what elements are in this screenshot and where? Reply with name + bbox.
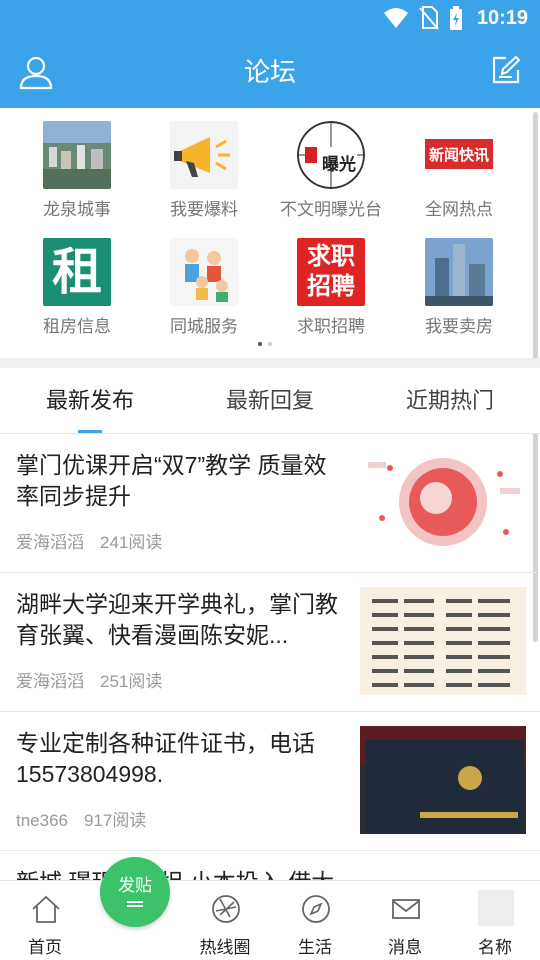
tab-latest-reply[interactable]: 最新回复 [180, 368, 360, 434]
grid-item-service[interactable]: 同城服务 [141, 238, 267, 337]
nav-label: 热线圈 [199, 938, 251, 957]
grid-item-report[interactable]: 我要爆料 [141, 121, 267, 220]
nav-label: 消息 [388, 938, 422, 957]
post-reads: 241阅读 [100, 533, 163, 552]
post-title: 掌门优课开启“双7”教学 质量效率同步提升 [16, 452, 327, 509]
job-logo: 求职招聘 [297, 238, 365, 306]
battery-icon [449, 6, 462, 30]
post-meta: 爱海滔滔 251阅读 [16, 667, 162, 692]
post-meta: 爱海滔滔 241阅读 [16, 528, 162, 553]
exposure-logo: 曝光 [297, 121, 365, 189]
post-reads: 917阅读 [84, 811, 147, 830]
name-list-image [360, 587, 526, 695]
megaphone-icon [170, 121, 238, 189]
news-logo: 新闻快讯 [425, 121, 493, 189]
post-author: tne366 [16, 811, 68, 830]
post-fab-button[interactable]: 发贴 [100, 857, 170, 927]
status-bar: 10:19 [0, 0, 540, 36]
post-author: 爱海滔滔 [16, 672, 84, 691]
tab-hot[interactable]: 近期热门 [360, 368, 540, 434]
fab-label: 发贴 [118, 876, 152, 895]
menu-lines-icon [127, 901, 143, 907]
grid-item-label: 我要卖房 [425, 317, 493, 336]
grid-item-jobs[interactable]: 求职招聘 求职招聘 [268, 238, 394, 337]
exposure-logo-text: 曝光 [322, 155, 356, 174]
page-title: 论坛 [243, 57, 296, 87]
compass-icon [302, 895, 330, 923]
tab-bar: 最新发布 最新回复 近期热门 [0, 368, 540, 434]
job-logo-text: 求职招聘 [307, 243, 355, 300]
post-title: 湖畔大学迎来开学典礼，掌门教育张翼、快看漫画陈安妮... [16, 591, 338, 648]
compose-button[interactable] [490, 54, 526, 90]
no-sim-icon [419, 6, 439, 30]
nav-label: 名称 [478, 938, 512, 957]
shortcut-grid: 龙泉城事 我要爆料 曝光 不文明曝光台 新闻快讯 全网热点 租 租房信息 同城服… [0, 108, 540, 358]
grid-item-label: 全网热点 [425, 200, 493, 219]
post-title: 专业定制各种证件证书，电话15573804998. [16, 730, 315, 787]
avatar[interactable] [478, 890, 514, 926]
post-author: 爱海滔滔 [16, 533, 84, 552]
grid-item-hot[interactable]: 新闻快讯 全网热点 [396, 121, 522, 220]
city-photo [43, 121, 111, 189]
nav-messages[interactable]: 消息 [360, 881, 450, 960]
grid-item-label: 同城服务 [170, 317, 238, 336]
post-reads: 251阅读 [100, 672, 163, 691]
news-logo-text: 新闻快讯 [428, 147, 489, 164]
nav-label: 首页 [28, 938, 62, 957]
status-time: 10:19 [476, 6, 528, 29]
page-dot [268, 342, 272, 346]
people-illustration [170, 238, 238, 306]
post-title: 新城 璟玥、王坦 小本投入 借大社区采青 [16, 867, 348, 880]
grid-item-label: 求职招聘 [297, 317, 365, 336]
section-divider [0, 358, 540, 368]
rent-logo: 租 [43, 238, 111, 306]
list-item[interactable]: 掌门优课开启“双7”教学 质量效率同步提升 爱海滔滔 241阅读 [0, 434, 540, 573]
grid-item-sell-house[interactable]: 我要卖房 [396, 238, 522, 337]
post-meta: tne366 917阅读 [16, 806, 146, 831]
grid-item-exposure[interactable]: 曝光 不文明曝光台 [268, 121, 394, 220]
tab-latest[interactable]: 最新发布 [0, 368, 180, 434]
wifi-icon [383, 8, 408, 28]
edit-icon [492, 55, 521, 84]
active-tab-indicator [78, 430, 102, 433]
grid-item-rent[interactable]: 租 租房信息 [14, 238, 140, 337]
list-item[interactable]: 新城 璟玥、王坦 小本投入 借大社区采青 [0, 851, 540, 880]
grid-item-city[interactable]: 龙泉城事 [14, 121, 140, 220]
grid-item-label: 租房信息 [43, 317, 111, 336]
nav-label: 生活 [298, 938, 332, 957]
grid-item-label: 不文明曝光台 [280, 200, 382, 219]
list-item[interactable]: 湖畔大学迎来开学典礼，掌门教育张翼、快看漫画陈安妮... 爱海滔滔 251阅读 [0, 573, 540, 712]
certificate-image [360, 726, 526, 834]
nav-hotline[interactable]: 热线圈 [180, 881, 270, 960]
grid-item-label: 龙泉城事 [43, 200, 111, 219]
page-dot [258, 342, 262, 346]
aperture-icon [212, 895, 240, 923]
rent-logo-text: 租 [52, 244, 102, 300]
header: 论坛 [0, 36, 540, 108]
grid-item-label: 我要爆料 [170, 200, 238, 219]
list-item[interactable]: 专业定制各种证件证书，电话15573804998. tne366 917阅读 [0, 712, 540, 851]
mail-icon [392, 899, 420, 919]
post-feed: 掌门优课开启“双7”教学 质量效率同步提升 爱海滔滔 241阅读 湖畔大学迎来开学… [0, 434, 540, 880]
page-indicator [258, 342, 272, 346]
building-photo [425, 238, 493, 306]
bottom-nav: 首页 热线圈 生活 消息 名称 [0, 880, 540, 960]
home-icon [32, 895, 60, 923]
nav-home[interactable]: 首页 [0, 881, 90, 960]
nav-life[interactable]: 生活 [270, 881, 360, 960]
diagram-image [360, 448, 526, 556]
